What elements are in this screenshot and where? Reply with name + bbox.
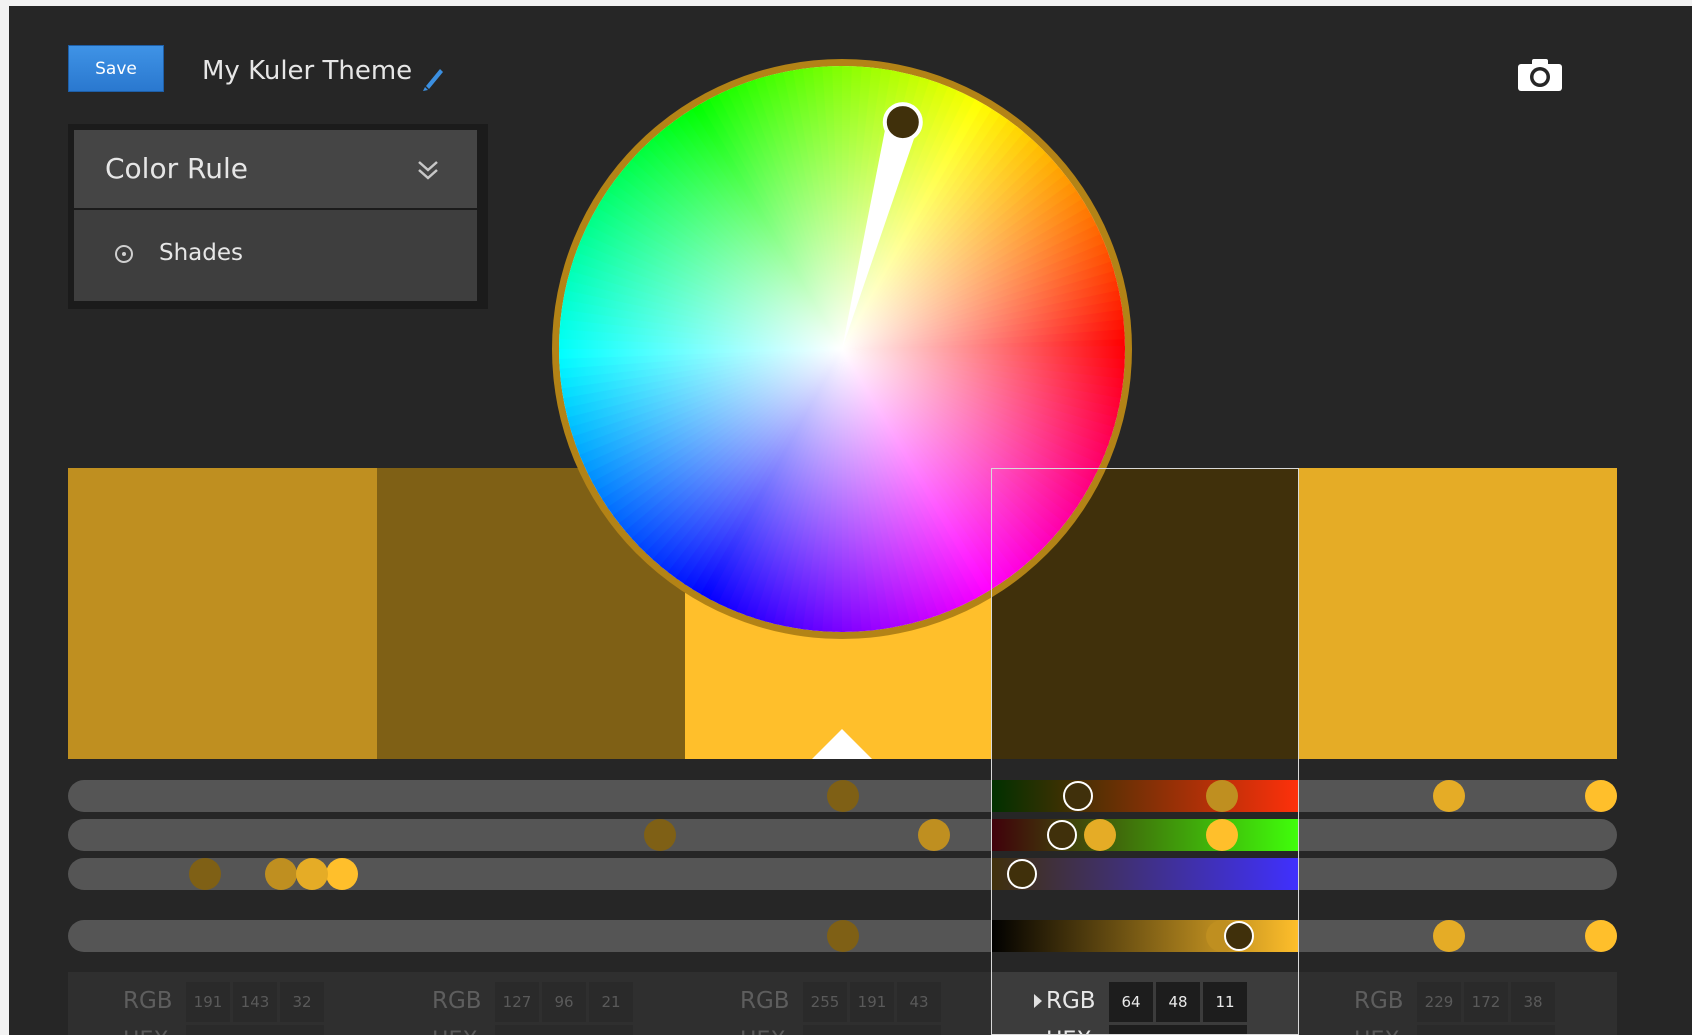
kuler-app: Save My Kuler Theme Color Rule Shades RG… (9, 6, 1692, 1035)
hex-label: HEX (123, 1029, 169, 1035)
green-value-field[interactable]: 143 (233, 982, 277, 1022)
green-slider-handle-4[interactable] (1046, 820, 1077, 850)
red-slider-handle-4[interactable] (1063, 781, 1093, 811)
radio-selected-icon[interactable] (115, 245, 133, 263)
camera-icon[interactable] (1517, 58, 1563, 92)
green-value-field[interactable]: 48 (1156, 982, 1200, 1022)
rgb-label: RGB (1354, 988, 1404, 1014)
blue-slider-dot-5[interactable] (295, 858, 328, 890)
color-wheel-canvas[interactable] (559, 66, 1125, 632)
green-slider-dot-3[interactable] (1205, 819, 1238, 851)
color-rule-panel: Color Rule Shades (68, 124, 488, 309)
blue-gradient-slider[interactable] (991, 858, 1299, 890)
blue-value-field[interactable]: 11 (1203, 982, 1247, 1022)
red-slider-dot-2[interactable] (826, 780, 859, 812)
color-values-2: RGB 1279621 HEX 7F6015 (377, 972, 685, 1035)
brightness-slider-handle-4[interactable] (1223, 921, 1254, 951)
double-chevron-down-icon[interactable] (416, 159, 440, 181)
color-values-1: RGB 19114332 HEX BF8F20 (68, 972, 376, 1035)
hex-label: HEX (740, 1029, 786, 1035)
red-slider-dot-3[interactable] (1585, 780, 1617, 812)
red-gradient-slider[interactable] (991, 780, 1299, 812)
red-value-field[interactable]: 64 (1109, 982, 1153, 1022)
red-slider-dot-1[interactable] (1205, 780, 1238, 812)
save-button[interactable]: Save (68, 45, 164, 92)
brightness-slider-dot-3[interactable] (1585, 920, 1617, 952)
hex-value-field[interactable]: 40300B (1109, 1025, 1247, 1035)
pencil-icon[interactable] (421, 63, 445, 91)
color-values-3: RGB 25519143 HEX FFBF2B (685, 972, 993, 1035)
blue-slider-dot-1[interactable] (265, 858, 298, 890)
green-value-field[interactable]: 191 (850, 982, 894, 1022)
rgb-label: RGB (1046, 988, 1096, 1014)
hex-label: HEX (1046, 1029, 1092, 1035)
color-wheel[interactable] (559, 66, 1125, 632)
blue-value-field[interactable]: 32 (280, 982, 324, 1022)
hex-label: HEX (432, 1029, 478, 1035)
rgb-label: RGB (123, 988, 173, 1014)
green-gradient-slider[interactable] (991, 819, 1299, 851)
color-swatch-1[interactable] (68, 468, 377, 759)
wheel-color-marker[interactable] (882, 102, 923, 143)
color-rule-header[interactable]: Color Rule (74, 130, 477, 208)
brightness-slider-dot-2[interactable] (826, 920, 859, 952)
green-slider-track[interactable] (68, 819, 1617, 851)
theme-title[interactable]: My Kuler Theme (202, 56, 412, 86)
hex-value-field[interactable]: FFBF2B (803, 1025, 941, 1035)
red-value-field[interactable]: 127 (495, 982, 539, 1022)
rgb-label: RGB (432, 988, 482, 1014)
hex-value-field[interactable]: E5AC26 (1417, 1025, 1555, 1035)
color-rule-option-shades[interactable]: Shades (74, 210, 477, 301)
green-value-field[interactable]: 172 (1464, 982, 1508, 1022)
color-values-4: RGB 644811 HEX 40300B (991, 972, 1299, 1035)
red-value-field[interactable]: 191 (186, 982, 230, 1022)
color-swatch-5[interactable] (1299, 468, 1617, 759)
green-slider-dot-1[interactable] (917, 819, 950, 851)
blue-value-field[interactable]: 43 (897, 982, 941, 1022)
color-rule-title: Color Rule (105, 152, 248, 185)
rgb-label: RGB (740, 988, 790, 1014)
blue-slider-handle-4[interactable] (1006, 859, 1037, 889)
active-swatch-arrow (812, 729, 872, 759)
hex-label: HEX (1354, 1029, 1400, 1035)
blue-value-field[interactable]: 38 (1511, 982, 1555, 1022)
blue-slider-dot-3[interactable] (325, 858, 358, 890)
red-value-field[interactable]: 229 (1417, 982, 1461, 1022)
red-value-field[interactable]: 255 (803, 982, 847, 1022)
green-value-field[interactable]: 96 (542, 982, 586, 1022)
hex-value-field[interactable]: 7F6015 (495, 1025, 633, 1035)
color-rule-option-label: Shades (159, 240, 244, 266)
color-values-5: RGB 22917238 HEX E5AC26 (1299, 972, 1607, 1035)
hex-value-field[interactable]: BF8F20 (186, 1025, 324, 1035)
blue-value-field[interactable]: 21 (589, 982, 633, 1022)
